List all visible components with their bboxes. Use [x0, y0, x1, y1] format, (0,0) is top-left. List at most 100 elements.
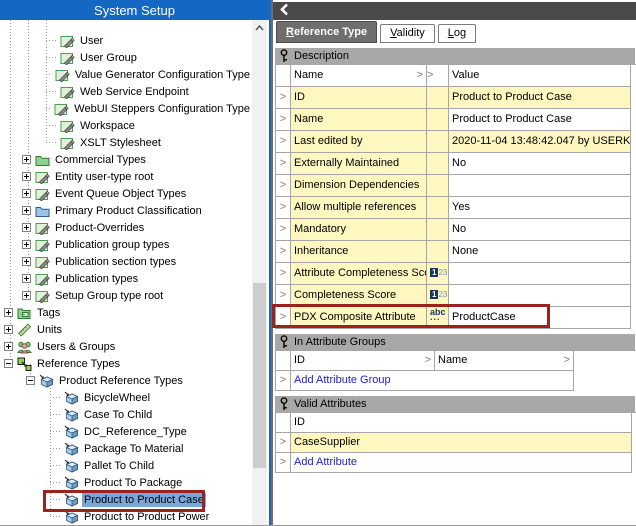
tree-item-publication-types[interactable]: Publication types: [0, 270, 252, 287]
sort-icon[interactable]: >: [425, 354, 431, 370]
tree-item-label[interactable]: Value Generator Configuration Type: [73, 68, 252, 82]
tree-item-product-to-package[interactable]: Product To Package: [0, 474, 252, 491]
tree-item-workspace[interactable]: Workspace: [0, 117, 252, 134]
tree-item-label[interactable]: Primary Product Classification: [53, 204, 204, 218]
tree-item-users-groups[interactable]: Users & Groups: [0, 338, 252, 355]
tree-item-package-to-material[interactable]: Package To Material: [0, 440, 252, 457]
row-expand-icon[interactable]: >: [276, 453, 291, 473]
tree-item-label[interactable]: Users & Groups: [35, 340, 117, 354]
tree-item-setup-group-type-root[interactable]: Setup Group type root: [0, 287, 252, 304]
expand-icon[interactable]: [22, 172, 31, 181]
tree-item-label[interactable]: Tags: [35, 306, 62, 320]
tree-item-label[interactable]: WebUI Steppers Configuration Type: [72, 102, 252, 116]
row-expand-icon[interactable]: >: [276, 433, 291, 453]
tree-item-label[interactable]: Setup Group type root: [53, 289, 165, 303]
collapse-icon[interactable]: [4, 359, 13, 368]
expand-icon[interactable]: [4, 308, 13, 317]
row-expand-icon[interactable]: >: [276, 175, 291, 197]
name-column-header[interactable]: Name>: [291, 65, 427, 87]
row-expand-icon[interactable]: >: [276, 307, 291, 329]
expand-icon[interactable]: [22, 240, 31, 249]
attribute-value-cell[interactable]: [449, 263, 631, 285]
tree-item-label[interactable]: Product to Product Power: [82, 510, 211, 524]
tree-item-commercial-types[interactable]: Commercial Types: [0, 151, 252, 168]
row-expand-icon[interactable]: >: [276, 371, 291, 391]
tree-scrollbar[interactable]: [252, 20, 267, 526]
expand-icon[interactable]: [22, 274, 31, 283]
tree-item-publication-group-types[interactable]: Publication group types: [0, 236, 252, 253]
row-expand-icon[interactable]: >: [276, 263, 291, 285]
sort-icon[interactable]: >: [564, 354, 570, 370]
tree-item-label[interactable]: Event Queue Object Types: [53, 187, 188, 201]
row-expand-icon[interactable]: >: [276, 241, 291, 263]
row-expand-icon[interactable]: >: [276, 219, 291, 241]
attribute-value-cell[interactable]: No: [449, 219, 631, 241]
tree-item-label[interactable]: Entity user-type root: [53, 170, 155, 184]
value-column-header[interactable]: Value: [449, 65, 631, 87]
tree-item-label[interactable]: User Group: [78, 51, 139, 65]
tree-item-case-to-child[interactable]: Case To Child: [0, 406, 252, 423]
tree-item-label[interactable]: Web Service Endpoint: [78, 85, 191, 99]
attribute-value-cell[interactable]: None: [449, 241, 631, 263]
add-attribute-group-link[interactable]: Add Attribute Group: [291, 371, 574, 391]
expand-icon[interactable]: [22, 291, 31, 300]
type-column-header[interactable]: >: [427, 65, 449, 87]
row-expand-icon[interactable]: >: [276, 197, 291, 219]
tree-item-publication-section-types[interactable]: Publication section types: [0, 253, 252, 270]
id-column-header[interactable]: ID>: [291, 351, 435, 371]
attribute-value-cell[interactable]: ProductCase: [449, 307, 631, 329]
attribute-value-cell[interactable]: Yes: [449, 197, 631, 219]
name-column-header[interactable]: Name>: [435, 351, 574, 371]
tree-item-user[interactable]: User: [0, 32, 252, 49]
tree-item-dc-reference-type[interactable]: DC_Reference_Type: [0, 423, 252, 440]
tree-item-product-overrides[interactable]: Product-Overrides: [0, 219, 252, 236]
expand-icon[interactable]: [4, 325, 13, 334]
expand-icon[interactable]: [22, 223, 31, 232]
tree-item-reference-types[interactable]: Reference Types: [0, 355, 252, 372]
tree-item-label[interactable]: Publication types: [53, 272, 140, 286]
tree-item-pallet-to-child[interactable]: Pallet To Child: [0, 457, 252, 474]
row-expand-icon[interactable]: >: [276, 285, 291, 307]
id-column-header[interactable]: ID: [291, 413, 632, 433]
tree-item-label[interactable]: Product to Product Case: [82, 493, 206, 507]
row-expand-icon[interactable]: >: [276, 153, 291, 175]
tree-item-label[interactable]: Product Reference Types: [57, 374, 185, 388]
expand-icon[interactable]: [22, 155, 31, 164]
tree-item-label[interactable]: Product To Package: [82, 476, 184, 490]
tree-item-units[interactable]: Units: [0, 321, 252, 338]
tree-item-label[interactable]: Publication section types: [53, 255, 178, 269]
tree-item-web-service-endpoint[interactable]: Web Service Endpoint: [0, 83, 252, 100]
tree-item-primary-product-classification[interactable]: Primary Product Classification: [0, 202, 252, 219]
tree-item-label[interactable]: User: [78, 34, 105, 48]
valid-attribute-id-cell[interactable]: CaseSupplier: [291, 433, 632, 453]
add-attribute-link[interactable]: Add Attribute: [291, 453, 632, 473]
tree-item-xslt-stylesheet[interactable]: XSLT Stylesheet: [0, 134, 252, 151]
tree-item-label[interactable]: DC_Reference_Type: [82, 425, 189, 439]
row-expand-icon[interactable]: >: [276, 87, 291, 109]
tree-item-entity-user-type-root[interactable]: Entity user-type root: [0, 168, 252, 185]
expand-icon[interactable]: [4, 342, 13, 351]
tree-item-label[interactable]: Publication group types: [53, 238, 171, 252]
attribute-value-cell[interactable]: No: [449, 153, 631, 175]
tree-item-label[interactable]: Reference Types: [35, 357, 122, 371]
attribute-value-cell[interactable]: Product to Product Case: [449, 87, 631, 109]
scroll-up-icon[interactable]: [252, 20, 267, 36]
row-expand-icon[interactable]: >: [276, 131, 291, 153]
tree-item-tags[interactable]: Tags: [0, 304, 252, 321]
tree-item-label[interactable]: Package To Material: [82, 442, 185, 456]
tree-item-user-group[interactable]: User Group: [0, 49, 252, 66]
back-button[interactable]: [279, 3, 290, 19]
attribute-value-cell[interactable]: Product to Product Case: [449, 109, 631, 131]
tree-item-label[interactable]: Workspace: [78, 119, 137, 133]
tree-item-bicyclewheel[interactable]: BicycleWheel: [0, 389, 252, 406]
tab-validity[interactable]: Validity: [380, 24, 435, 43]
expand-icon[interactable]: [22, 257, 31, 266]
tree-item-product-reference-types[interactable]: Product Reference Types: [0, 372, 252, 389]
tab-log[interactable]: Log: [438, 24, 476, 43]
tree-item-label[interactable]: XSLT Stylesheet: [78, 136, 163, 150]
tree-item-value-generator-configuration-type[interactable]: Value Generator Configuration Type: [0, 66, 252, 83]
expand-icon[interactable]: [22, 206, 31, 215]
tree-item-webui-steppers-configuration-type[interactable]: WebUI Steppers Configuration Type: [0, 100, 252, 117]
tree-item-label[interactable]: Commercial Types: [53, 153, 148, 167]
tree-item-label[interactable]: Case To Child: [82, 408, 154, 422]
